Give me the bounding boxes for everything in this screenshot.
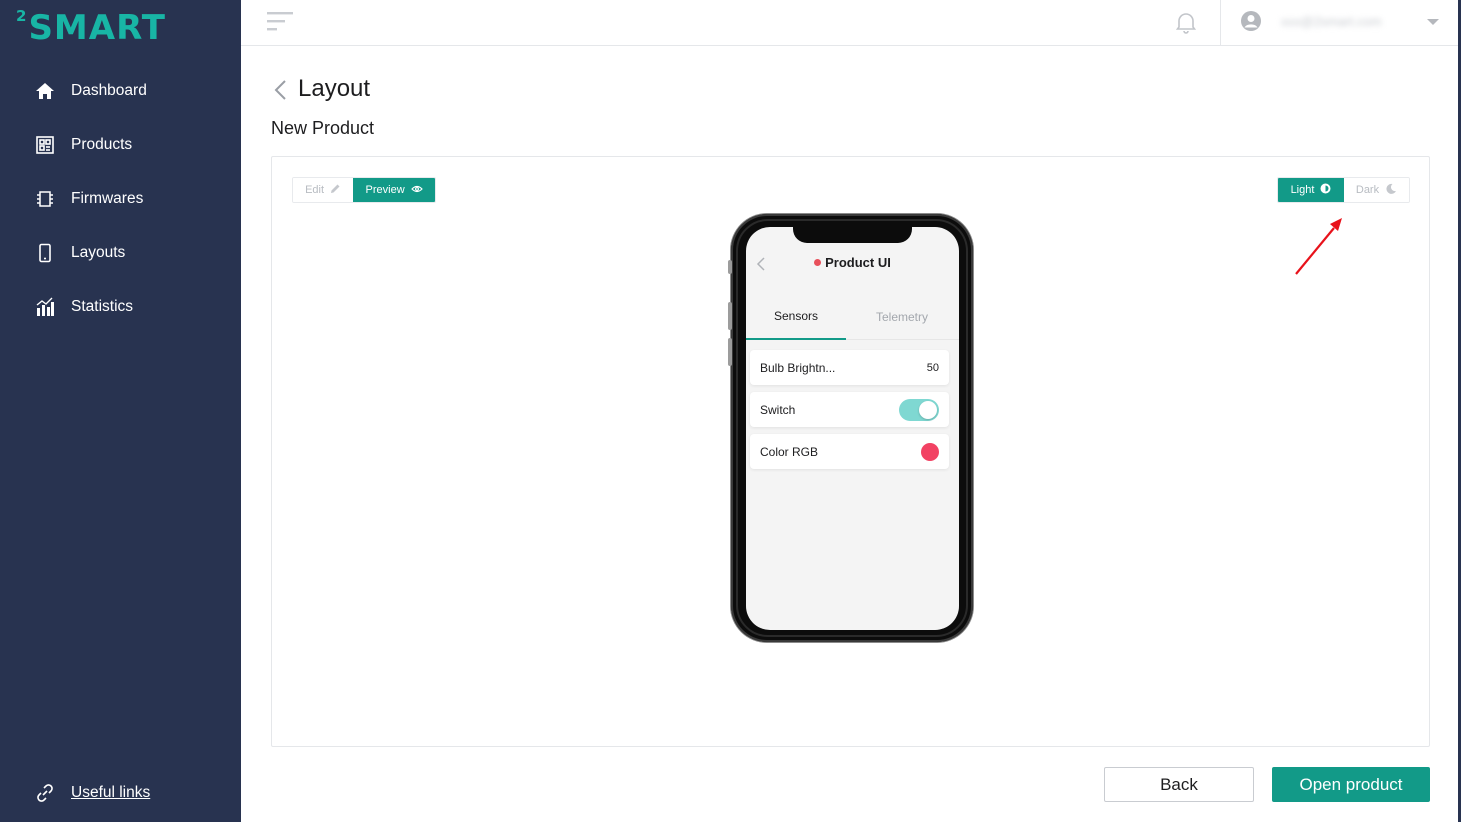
page-subtitle: New Product (271, 118, 375, 138)
page-title: Layout (298, 75, 371, 102)
phone-mockup: Product UI Sensors Telemetry Bulb Bright… (728, 214, 973, 642)
toggle-knob (919, 400, 937, 419)
user-email: xxx@2smart.com (1281, 13, 1382, 29)
phone-side-button (728, 302, 732, 330)
open-product-button[interactable]: Open product (1272, 767, 1430, 802)
sensor-label: Bulb Brightn... (760, 360, 836, 375)
status-dot-icon (814, 259, 822, 266)
brand-logo[interactable]: 2SMART (16, 7, 166, 48)
light-theme-label: Light (1290, 184, 1315, 196)
sidebar-item-label: Dashboard (71, 82, 147, 99)
preview-title: Product UI (746, 255, 959, 270)
theme-toggle: Light Dark (1277, 177, 1410, 203)
phone-icon (35, 243, 55, 263)
phone-side-button (728, 338, 732, 366)
back-button[interactable]: Back (1104, 767, 1254, 802)
avatar-icon (1239, 9, 1263, 33)
tab-sensors[interactable]: Sensors (746, 293, 846, 340)
sidebar-item-label: Firmwares (71, 190, 144, 207)
mode-toggle: Edit Preview (292, 177, 436, 203)
sidebar-nav: Dashboard Products Firmwares Layouts Sta… (0, 64, 241, 334)
preview-mode-label: Preview (365, 184, 405, 196)
products-icon (35, 135, 55, 155)
useful-links-label[interactable]: Useful links (71, 784, 150, 802)
contrast-icon (1320, 183, 1331, 197)
sidebar-item-label: Layouts (71, 244, 126, 261)
menu-toggle-icon[interactable] (267, 11, 295, 33)
back-chevron-icon[interactable] (272, 79, 290, 101)
sensor-card-switch: Switch (750, 392, 949, 427)
sidebar-item-dashboard[interactable]: Dashboard (0, 64, 241, 118)
dark-theme-button[interactable]: Dark (1344, 178, 1409, 202)
statistics-icon (35, 297, 55, 317)
pencil-icon (330, 183, 341, 197)
topbar: xxx@2smart.com (241, 0, 1461, 46)
sidebar-item-layouts[interactable]: Layouts (0, 226, 241, 280)
sidebar-item-products[interactable]: Products (0, 118, 241, 172)
phone-notch (793, 227, 912, 243)
edit-mode-label: Edit (305, 184, 325, 196)
notification-bell-icon[interactable] (1175, 10, 1197, 34)
sensor-card-color: Color RGB (750, 434, 949, 469)
topbar-divider (1220, 0, 1221, 46)
annotation-arrow-icon (1295, 218, 1342, 275)
sidebar-item-label: Products (71, 136, 133, 153)
home-icon (35, 81, 55, 101)
chevron-down-icon[interactable] (1426, 14, 1440, 25)
sidebar-item-firmwares[interactable]: Firmwares (0, 172, 241, 226)
dark-theme-label: Dark (1355, 184, 1380, 196)
moon-icon (1385, 183, 1397, 198)
useful-links[interactable]: Useful links (35, 783, 150, 803)
color-swatch[interactable] (921, 442, 939, 461)
eye-icon (410, 184, 423, 196)
preview-mode-button[interactable]: Preview (353, 178, 435, 202)
phone-side-button (728, 260, 732, 274)
preview-tabs: Sensors Telemetry (746, 293, 959, 340)
sidebar-item-label: Statistics (71, 298, 134, 315)
sensor-label: Color RGB (760, 444, 819, 459)
tab-telemetry[interactable]: Telemetry (852, 293, 952, 340)
sidebar-item-statistics[interactable]: Statistics (0, 280, 241, 334)
sensor-card-brightness[interactable]: Bulb Brightn... 50 (750, 350, 949, 385)
light-theme-button[interactable]: Light (1278, 178, 1344, 202)
sensor-value: 50 (926, 361, 939, 374)
user-menu[interactable]: xxx@2smart.com (1239, 9, 1439, 33)
link-icon (35, 783, 55, 803)
phone-screen: Product UI Sensors Telemetry Bulb Bright… (746, 227, 959, 630)
edit-mode-button[interactable]: Edit (293, 178, 354, 202)
sensor-label: Switch (760, 402, 796, 417)
switch-toggle[interactable] (899, 398, 939, 421)
chip-icon (35, 189, 55, 209)
sidebar: 2SMART Dashboard Products Firmwares Layo… (0, 0, 241, 822)
